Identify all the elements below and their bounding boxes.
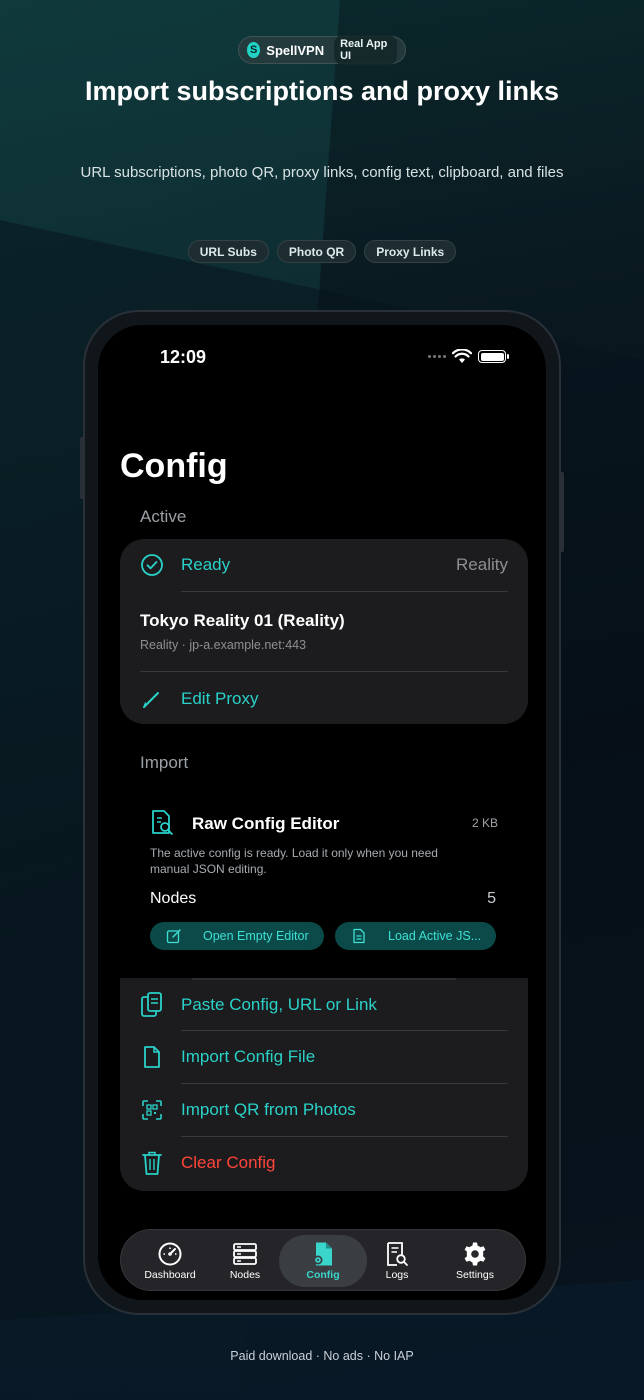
tab-nodes[interactable]: Nodes: [205, 1235, 285, 1287]
nodes-count: 5: [487, 890, 496, 907]
wifi-icon: [452, 349, 472, 363]
brand-tag: Real App UI: [334, 35, 397, 65]
status-time: 12:09: [160, 347, 207, 367]
import-config-file-label: Import Config File: [181, 1047, 316, 1066]
active-section-label: Active: [140, 507, 187, 526]
tab-config[interactable]: Config: [279, 1235, 367, 1287]
active-status-row: Ready Reality: [120, 553, 528, 577]
tab-dashboard-label: Dashboard: [144, 1269, 196, 1281]
promo-subline: URL subscriptions, photo QR, proxy links…: [80, 164, 564, 181]
raw-editor-size: 2 KB: [471, 816, 498, 830]
pencil-icon: [140, 687, 164, 711]
trash-icon: [140, 1151, 164, 1175]
feature-chips: URL Subs Photo QR Proxy Links: [0, 240, 644, 263]
spellvpn-logo-icon: S: [247, 42, 261, 58]
tab-settings[interactable]: Settings: [435, 1235, 515, 1287]
brand-badge: S SpellVPN Real App UI: [238, 35, 406, 65]
status-ready: Ready: [181, 555, 231, 574]
open-empty-editor-label: Open Empty Editor: [203, 929, 309, 943]
compose-icon: [166, 929, 181, 944]
import-qr-photos-label: Import QR from Photos: [181, 1100, 356, 1119]
paste-config-button[interactable]: Paste Config, URL or Link: [120, 992, 528, 1018]
brand-name: SpellVPN: [266, 42, 325, 58]
file-icon: [140, 1045, 164, 1069]
active-proxy-detail: Reality · jp-a.example.net:443: [140, 638, 307, 652]
nodes-label: Nodes: [150, 890, 197, 907]
app-screen: 12:09 Config Active Ready Reality Tokyo …: [98, 325, 546, 1300]
status-type: Reality: [456, 555, 508, 574]
import-actions-card: Paste Config, URL or Link Import Config …: [120, 978, 528, 1191]
promo-footer: Paid download · No ads · No IAP: [230, 1349, 414, 1363]
clear-config-label: Clear Config: [181, 1153, 276, 1172]
phone-frame: 12:09 Config Active Ready Reality Tokyo …: [80, 310, 564, 1315]
log-search-icon: [387, 1242, 408, 1266]
config-document-icon: [313, 1242, 332, 1266]
paste-config-label: Paste Config, URL or Link: [181, 995, 377, 1014]
clear-config-button[interactable]: Clear Config: [120, 1150, 528, 1176]
raw-editor-title: Raw Config Editor: [192, 814, 340, 833]
server-icon: [233, 1243, 257, 1265]
page-title: Config: [120, 447, 228, 485]
active-card: Ready Reality Tokyo Reality 01 (Reality)…: [120, 539, 528, 724]
tab-logs-label: Logs: [385, 1269, 409, 1281]
chip-url-subs: URL Subs: [187, 240, 269, 263]
open-empty-editor-button[interactable]: Open Empty Editor: [150, 922, 324, 950]
battery-icon: [478, 350, 509, 363]
chip-photo-qr: Photo QR: [276, 240, 357, 263]
tab-dashboard[interactable]: Dashboard: [130, 1235, 210, 1287]
tab-bar: Dashboard Nodes Config Logs Settings: [120, 1229, 526, 1291]
chip-proxy-links: Proxy Links: [364, 240, 457, 263]
import-qr-photos-button[interactable]: Import QR from Photos: [120, 1097, 528, 1123]
tab-config-label: Config: [306, 1269, 340, 1281]
tab-nodes-label: Nodes: [229, 1269, 261, 1281]
raw-editor-description: The active config is ready. Load it only…: [150, 846, 438, 876]
promo-headline: Import subscriptions and proxy links: [84, 76, 560, 106]
tab-logs[interactable]: Logs: [357, 1235, 437, 1287]
document-icon: [353, 928, 365, 944]
checkmark-circle-icon: [140, 553, 164, 577]
active-proxy-name: Tokyo Reality 01 (Reality): [140, 611, 345, 630]
raw-config-editor-panel: Raw Config Editor 2 KB The active config…: [120, 785, 528, 985]
edit-proxy-button[interactable]: Edit Proxy: [120, 687, 528, 711]
status-icons: [428, 349, 509, 364]
gear-icon: [464, 1242, 486, 1266]
clipboard-icon: [140, 992, 164, 1017]
import-section-label: Import: [140, 753, 189, 772]
cellular-icon: [428, 355, 446, 358]
load-active-json-label: Load Active JS...: [388, 929, 482, 943]
edit-proxy-label: Edit Proxy: [181, 689, 259, 708]
tab-settings-label: Settings: [456, 1269, 494, 1281]
gauge-icon: [158, 1242, 182, 1266]
load-active-json-button[interactable]: Load Active JS...: [335, 922, 496, 950]
import-config-file-button[interactable]: Import Config File: [120, 1044, 528, 1070]
document-search-icon: [150, 809, 176, 842]
qr-scan-icon: [140, 1098, 164, 1122]
